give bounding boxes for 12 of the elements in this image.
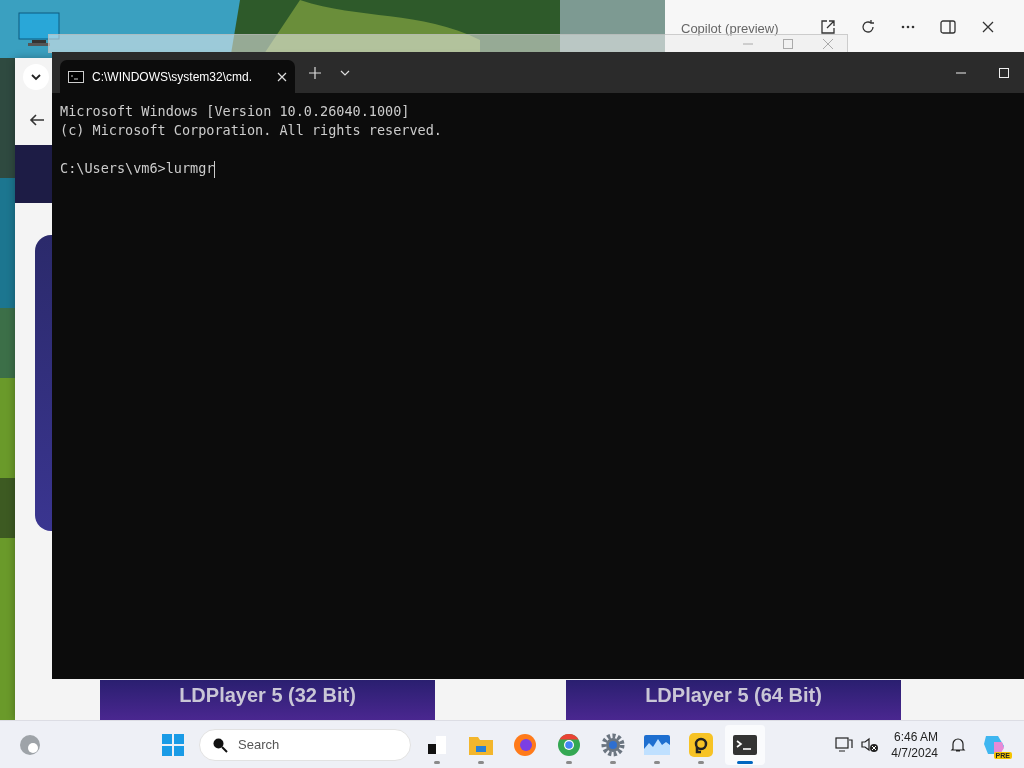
command-line[interactable]: C:\Users\vm6>lurmgr [60, 159, 1016, 178]
console-line: (c) Microsoft Corporation. All rights reserved. [60, 121, 443, 140]
terminal-tab[interactable]: C:\WINDOWS\system32\cmd. [60, 60, 295, 93]
search-field[interactable]: Search [199, 728, 411, 761]
clock[interactable]: 6:46 AM 4/7/2024 [887, 728, 942, 761]
banner-title: LDPlayer 5 (32 Bit) [179, 684, 356, 707]
panel-title: Copilot (preview) [681, 21, 779, 36]
console-line: Microsoft Windows [Version 10.0.26040.1000] [60, 102, 411, 121]
tab-title: C:\WINDOWS\system32\cmd. [92, 69, 253, 84]
banner-title: LDPlayer 5 (64 Bit) [645, 684, 822, 707]
download-banner[interactable]: LDPlayer 5 (64 Bit) [566, 680, 901, 720]
download-banner[interactable]: LDPlayer 5 (32 Bit) [100, 680, 435, 720]
